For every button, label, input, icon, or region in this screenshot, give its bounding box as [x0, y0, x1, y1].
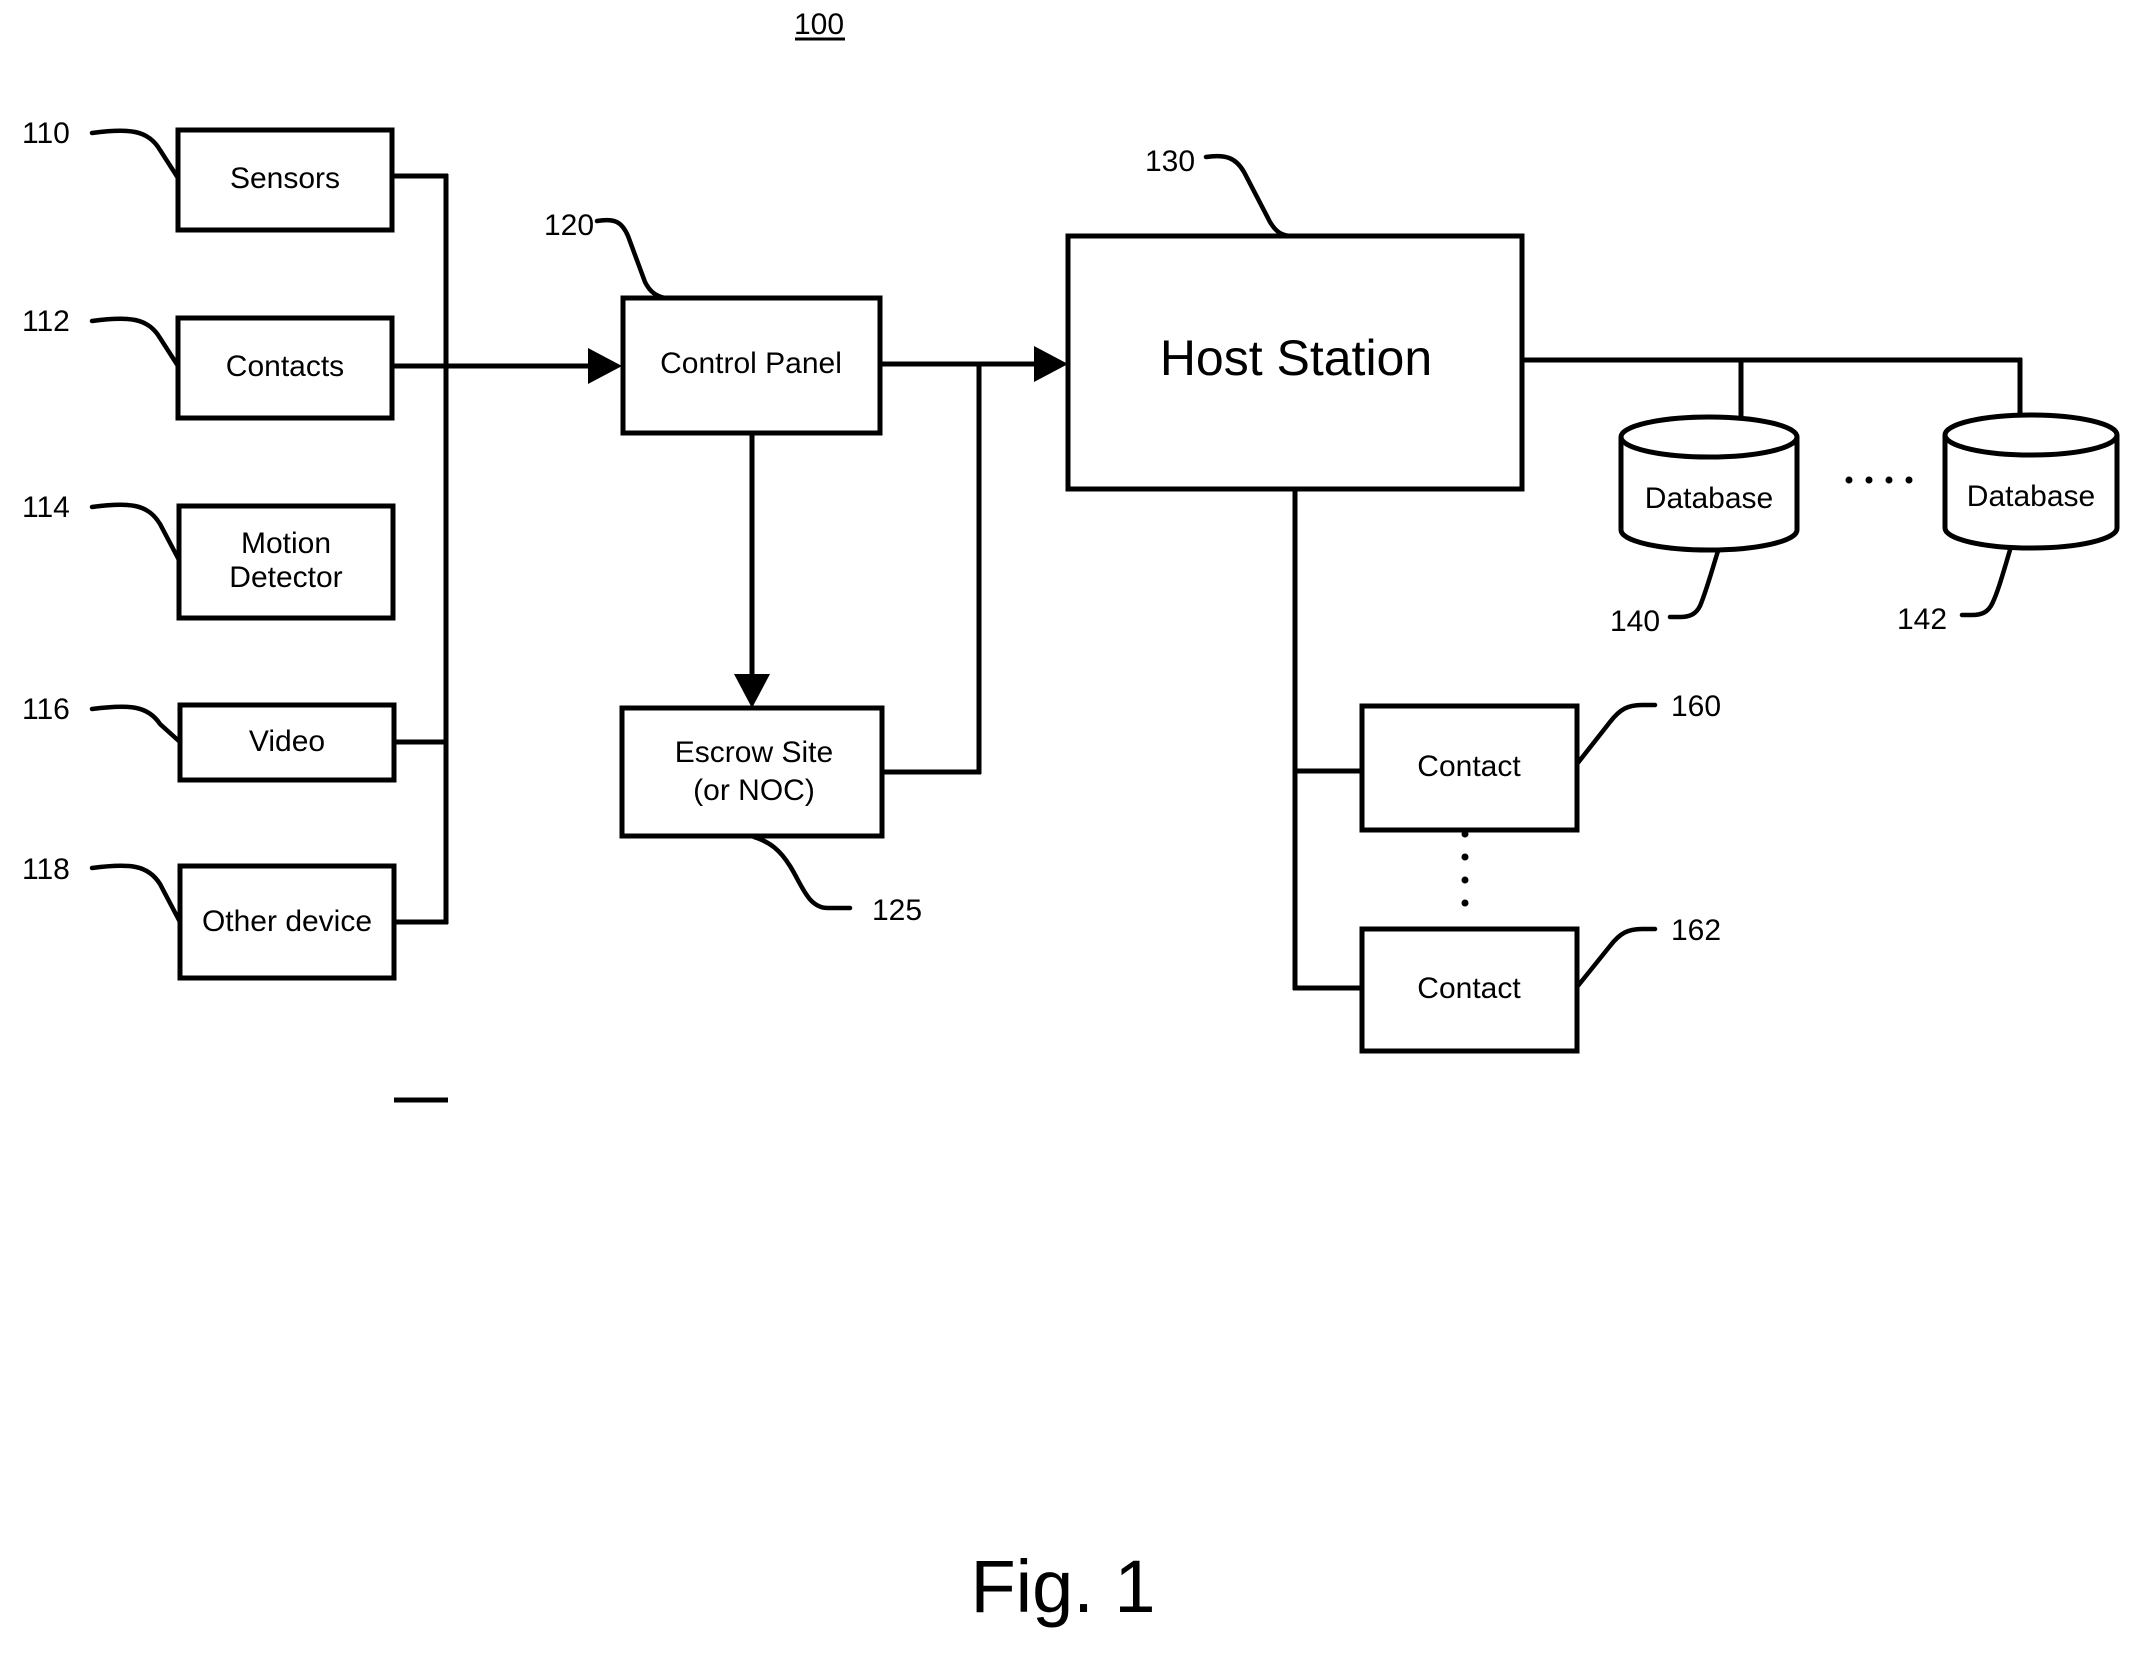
input-bus	[392, 173, 622, 1103]
control-panel-label: Control Panel	[660, 347, 842, 380]
ellipsis-dot	[1845, 476, 1853, 484]
database-140-top	[1618, 414, 1800, 460]
database-140-ref: 140	[1610, 605, 1660, 638]
motion-detector-ref: 114	[22, 491, 70, 524]
contacts-label: Contacts	[226, 350, 344, 383]
contact-162-label: Contact	[1417, 972, 1521, 1005]
figure-caption: Fig. 1	[970, 1545, 1155, 1628]
motion-detector-leader	[89, 502, 182, 563]
node-other-device[interactable]: Other device 118	[22, 853, 397, 981]
control-panel-ref: 120	[544, 209, 594, 242]
escrow-site-leader	[751, 834, 853, 911]
escrow-site-label-2: (or NOC)	[693, 774, 815, 807]
host-station-leader	[1203, 153, 1295, 239]
video-leader	[89, 704, 183, 745]
contact-bus	[1292, 489, 1362, 991]
control-panel-leader	[594, 217, 668, 301]
escrow-site-label-1: Escrow Site	[675, 736, 833, 769]
contacts-leader	[89, 316, 181, 369]
ellipsis-dot	[1461, 876, 1469, 884]
ellipsis-dot	[1461, 853, 1469, 861]
database-142-ref: 142	[1897, 603, 1947, 636]
other-device-ref: 118	[22, 853, 70, 886]
motion-detector-label-1: Motion	[241, 527, 331, 560]
node-host-station[interactable]: Host Station 130	[1065, 145, 1525, 492]
motion-detector-label-2: Detector	[229, 561, 342, 594]
node-contact-160[interactable]: Contact 160	[1359, 690, 1721, 833]
node-database-142[interactable]: Database 142	[1897, 412, 2120, 636]
contacts-ref: 112	[22, 305, 70, 338]
escrow-site-ref: 125	[872, 894, 922, 927]
contact-162-leader	[1574, 926, 1658, 990]
sensors-label: Sensors	[230, 162, 340, 195]
node-video[interactable]: Video 116	[22, 693, 397, 783]
contact-160-leader	[1574, 702, 1658, 767]
database-140-leader	[1667, 548, 1721, 620]
database-ellipsis	[1845, 476, 1913, 484]
arrowhead-escrow	[734, 674, 770, 708]
ellipsis-dot	[1905, 476, 1913, 484]
other-device-leader	[89, 863, 183, 925]
node-contact-162[interactable]: Contact 162	[1359, 914, 1721, 1054]
database-142-leader	[1959, 547, 2013, 618]
node-control-panel[interactable]: Control Panel 120	[544, 209, 883, 436]
sensors-ref: 110	[22, 117, 70, 150]
arrowhead-control-panel	[588, 348, 622, 384]
contact-160-ref: 160	[1671, 690, 1721, 723]
node-contacts[interactable]: Contacts 112	[22, 305, 395, 421]
figure-number-text: 100	[794, 8, 844, 41]
node-database-140[interactable]: Database 140	[1610, 414, 1800, 638]
video-ref: 116	[22, 693, 70, 726]
database-bus	[1522, 357, 2023, 422]
system-diagram: 100 Sensors 110 Contacts 112 Motion Dete…	[22, 8, 2120, 1628]
video-label: Video	[249, 725, 325, 758]
node-sensors[interactable]: Sensors 110	[22, 117, 395, 233]
ellipsis-dot	[1461, 899, 1469, 907]
node-motion-detector[interactable]: Motion Detector 114	[22, 491, 396, 621]
other-device-label: Other device	[202, 905, 372, 938]
host-station-ref: 130	[1145, 145, 1195, 178]
ellipsis-dot	[1461, 830, 1469, 838]
sensors-leader	[89, 128, 181, 181]
host-station-label: Host Station	[1160, 330, 1432, 386]
database-140-label: Database	[1645, 482, 1773, 515]
database-142-label: Database	[1967, 480, 2095, 513]
ellipsis-dot	[1885, 476, 1893, 484]
contact-160-label: Contact	[1417, 750, 1521, 783]
node-escrow-site[interactable]: Escrow Site (or NOC) 125	[619, 705, 922, 927]
database-142-top	[1942, 412, 2120, 458]
contact-ellipsis	[1461, 830, 1469, 907]
figure-number: 100	[794, 8, 845, 41]
escrow-site-box[interactable]	[619, 705, 885, 839]
contact-162-ref: 162	[1671, 914, 1721, 947]
arrowhead-host	[1034, 346, 1068, 382]
ellipsis-dot	[1865, 476, 1873, 484]
